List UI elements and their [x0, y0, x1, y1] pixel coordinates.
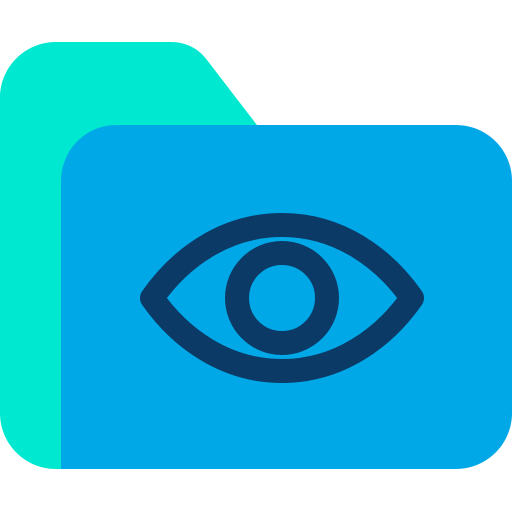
folder-eye-icon — [0, 42, 512, 469]
icon-canvas — [0, 0, 512, 512]
folder-front-panel — [61, 125, 512, 469]
